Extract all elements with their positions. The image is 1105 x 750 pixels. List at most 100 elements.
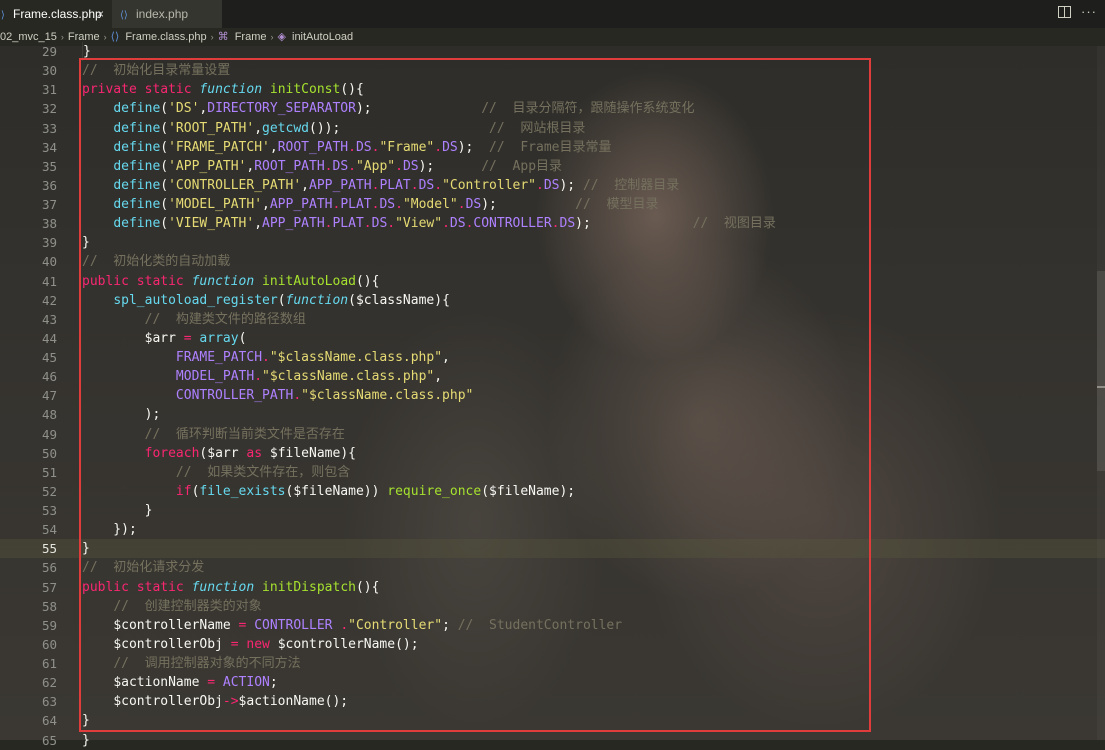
code-text[interactable]: define('VIEW_PATH',APP_PATH.PLAT.DS."Vie… (82, 214, 776, 233)
code-text[interactable]: $controllerObj->$actionName(); (82, 692, 348, 711)
code-text[interactable]: if(file_exists($fileName)) require_once(… (82, 482, 575, 501)
line-number: 57 (41, 579, 57, 595)
code-text[interactable]: private static function initConst(){ (82, 80, 364, 99)
code-line[interactable]: 54 }); (0, 520, 1105, 539)
code-line[interactable]: 60 $controllerObj = new $controllerName(… (0, 635, 1105, 654)
code-line[interactable]: 45 FRAME_PATCH."$className.class.php", (0, 348, 1105, 367)
code-text[interactable]: // 初始化类的自动加载 (82, 252, 230, 271)
code-text[interactable]: define('CONTROLLER_PATH',APP_PATH.PLAT.D… (82, 176, 679, 195)
line-number: 60 (41, 636, 57, 652)
code-text[interactable]: }); (82, 520, 137, 539)
code-text[interactable]: // 循环判断当前类文件是否存在 (82, 425, 345, 444)
code-line[interactable]: 63 $controllerObj->$actionName(); (0, 692, 1105, 711)
split-editor-icon[interactable] (1058, 6, 1071, 18)
code-text[interactable]: // 构建类文件的路径数组 (82, 310, 306, 329)
code-line[interactable]: 38 define('VIEW_PATH',APP_PATH.PLAT.DS."… (0, 214, 1105, 233)
chevron-right-icon: › (103, 32, 107, 42)
code-text[interactable]: FRAME_PATCH."$className.class.php", (82, 348, 450, 367)
code-line[interactable]: 40 // 初始化类的自动加载 (0, 252, 1105, 271)
code-text[interactable]: // 创建控制器类的对象 (82, 597, 261, 616)
code-line[interactable]: 35 define('APP_PATH',ROOT_PATH.DS."App".… (0, 157, 1105, 176)
code-text[interactable]: // 初始化请求分发 (82, 558, 204, 577)
scrollbar-marker (1097, 386, 1105, 388)
line-number: 62 (41, 675, 57, 691)
line-number: 63 (41, 694, 57, 710)
code-text[interactable]: } (82, 501, 153, 520)
code-text[interactable]: // 调用控制器对象的不同方法 (82, 654, 300, 673)
line-number: 48 (41, 407, 57, 423)
code-line[interactable]: 47 CONTROLLER_PATH."$className.class.php… (0, 386, 1105, 405)
code-line[interactable]: 59 $controllerName = CONTROLLER ."Contro… (0, 616, 1105, 635)
code-line[interactable]: 31 private static function initConst(){ (0, 80, 1105, 99)
code-line[interactable]: 32 define('DS',DIRECTORY_SEPARATOR); // … (0, 99, 1105, 118)
code-text[interactable]: define('APP_PATH',ROOT_PATH.DS."App".DS)… (82, 157, 562, 176)
code-line[interactable]: 56 // 初始化请求分发 (0, 558, 1105, 577)
code-text[interactable]: $arr = array( (82, 329, 247, 348)
code-line[interactable]: 51 // 如果类文件存在，则包含 (0, 463, 1105, 482)
vertical-scrollbar[interactable] (1097, 46, 1105, 740)
code-text[interactable]: define('ROOT_PATH',getcwd()); // 网站根目录 (82, 119, 585, 138)
code-line[interactable]: 43 // 构建类文件的路径数组 (0, 310, 1105, 329)
code-text[interactable]: public static function initAutoLoad(){ (82, 272, 379, 291)
code-text[interactable]: $controllerObj = new $controllerName(); (82, 635, 418, 654)
tab-bar: ⟨⟩ Frame.class.php × ⟨⟩ index.php ··· (0, 0, 1105, 28)
tab-index-php[interactable]: ⟨⟩ index.php (112, 0, 222, 28)
code-line[interactable]: 36 define('CONTROLLER_PATH',APP_PATH.PLA… (0, 176, 1105, 195)
line-number: 42 (41, 292, 57, 308)
php-file-icon: ⟨⟩ (120, 10, 128, 21)
line-number: 33 (41, 120, 57, 136)
code-line[interactable]: 37 define('MODEL_PATH',APP_PATH.PLAT.DS.… (0, 195, 1105, 214)
line-number: 36 (41, 177, 57, 193)
code-line[interactable]: 48 ); (0, 405, 1105, 424)
code-text[interactable]: define('MODEL_PATH',APP_PATH.PLAT.DS."Mo… (82, 195, 658, 214)
code-text[interactable]: public static function initDispatch(){ (82, 578, 379, 597)
tab-label: Frame.class.php (13, 7, 102, 21)
more-actions-icon[interactable]: ··· (1081, 4, 1097, 19)
code-text[interactable]: // 如果类文件存在，则包含 (82, 463, 350, 482)
code-text[interactable]: } (82, 731, 90, 750)
code-text[interactable]: // 初始化目录常量设置 (82, 61, 230, 80)
code-line[interactable]: 29} (0, 42, 1105, 61)
code-line[interactable]: 44 $arr = array( (0, 329, 1105, 348)
code-text[interactable]: spl_autoload_register(function($classNam… (82, 291, 450, 310)
code-text[interactable]: define('FRAME_PATCH',ROOT_PATH.DS."Frame… (82, 138, 611, 157)
code-text[interactable]: } (82, 539, 90, 558)
code-line[interactable]: 58 // 创建控制器类的对象 (0, 597, 1105, 616)
code-line[interactable]: 55} (0, 539, 1105, 559)
code-line[interactable]: 39} (0, 233, 1105, 252)
code-line[interactable]: 52 if(file_exists($fileName)) require_on… (0, 482, 1105, 501)
code-line[interactable]: 33 define('ROOT_PATH',getcwd()); // 网站根目… (0, 119, 1105, 138)
code-line[interactable]: 62 $actionName = ACTION; (0, 673, 1105, 692)
code-text[interactable]: ); (82, 405, 161, 424)
code-line[interactable]: 53 } (0, 501, 1105, 520)
code-line[interactable]: 30 // 初始化目录常量设置 (0, 61, 1105, 80)
code-text[interactable]: } (82, 42, 91, 61)
code-line[interactable]: 64} (0, 711, 1105, 730)
code-line[interactable]: 57 public static function initDispatch(){ (0, 578, 1105, 597)
line-number: 30 (41, 63, 57, 79)
code-line[interactable]: 50 foreach($arr as $fileName){ (0, 444, 1105, 463)
tab-label: index.php (136, 7, 189, 21)
code-text[interactable]: foreach($arr as $fileName){ (82, 444, 356, 463)
code-line[interactable]: 42 spl_autoload_register(function($class… (0, 291, 1105, 310)
code-line[interactable]: 65} (0, 731, 1105, 750)
scrollbar-thumb[interactable] (1097, 271, 1105, 471)
chevron-right-icon: › (60, 32, 64, 42)
code-text[interactable]: define('DS',DIRECTORY_SEPARATOR); // 目录分… (82, 99, 694, 118)
tab-frame-class-php[interactable]: ⟨⟩ Frame.class.php × (0, 0, 112, 28)
code-line[interactable]: 34 define('FRAME_PATCH',ROOT_PATH.DS."Fr… (0, 138, 1105, 157)
code-text[interactable]: $actionName = ACTION; (82, 673, 277, 692)
code-line[interactable]: 46 MODEL_PATH."$className.class.php", (0, 367, 1105, 386)
code-text[interactable]: } (82, 233, 90, 252)
code-line[interactable]: 41 public static function initAutoLoad(){ (0, 272, 1105, 291)
code-text[interactable]: CONTROLLER_PATH."$className.class.php" (82, 386, 473, 405)
close-icon[interactable]: × (97, 0, 104, 28)
code-editor[interactable]: 29} 30 // 初始化目录常量设置 31 private static functi… (0, 42, 1105, 750)
code-line[interactable]: 49 // 循环判断当前类文件是否存在 (0, 425, 1105, 444)
line-number: 44 (41, 330, 57, 346)
code-text[interactable]: $controllerName = CONTROLLER ."Controlle… (82, 616, 622, 635)
code-text[interactable]: } (82, 711, 90, 730)
line-number: 55 (41, 541, 57, 557)
code-line[interactable]: 61 // 调用控制器对象的不同方法 (0, 654, 1105, 673)
code-text[interactable]: MODEL_PATH."$className.class.php", (82, 367, 442, 386)
